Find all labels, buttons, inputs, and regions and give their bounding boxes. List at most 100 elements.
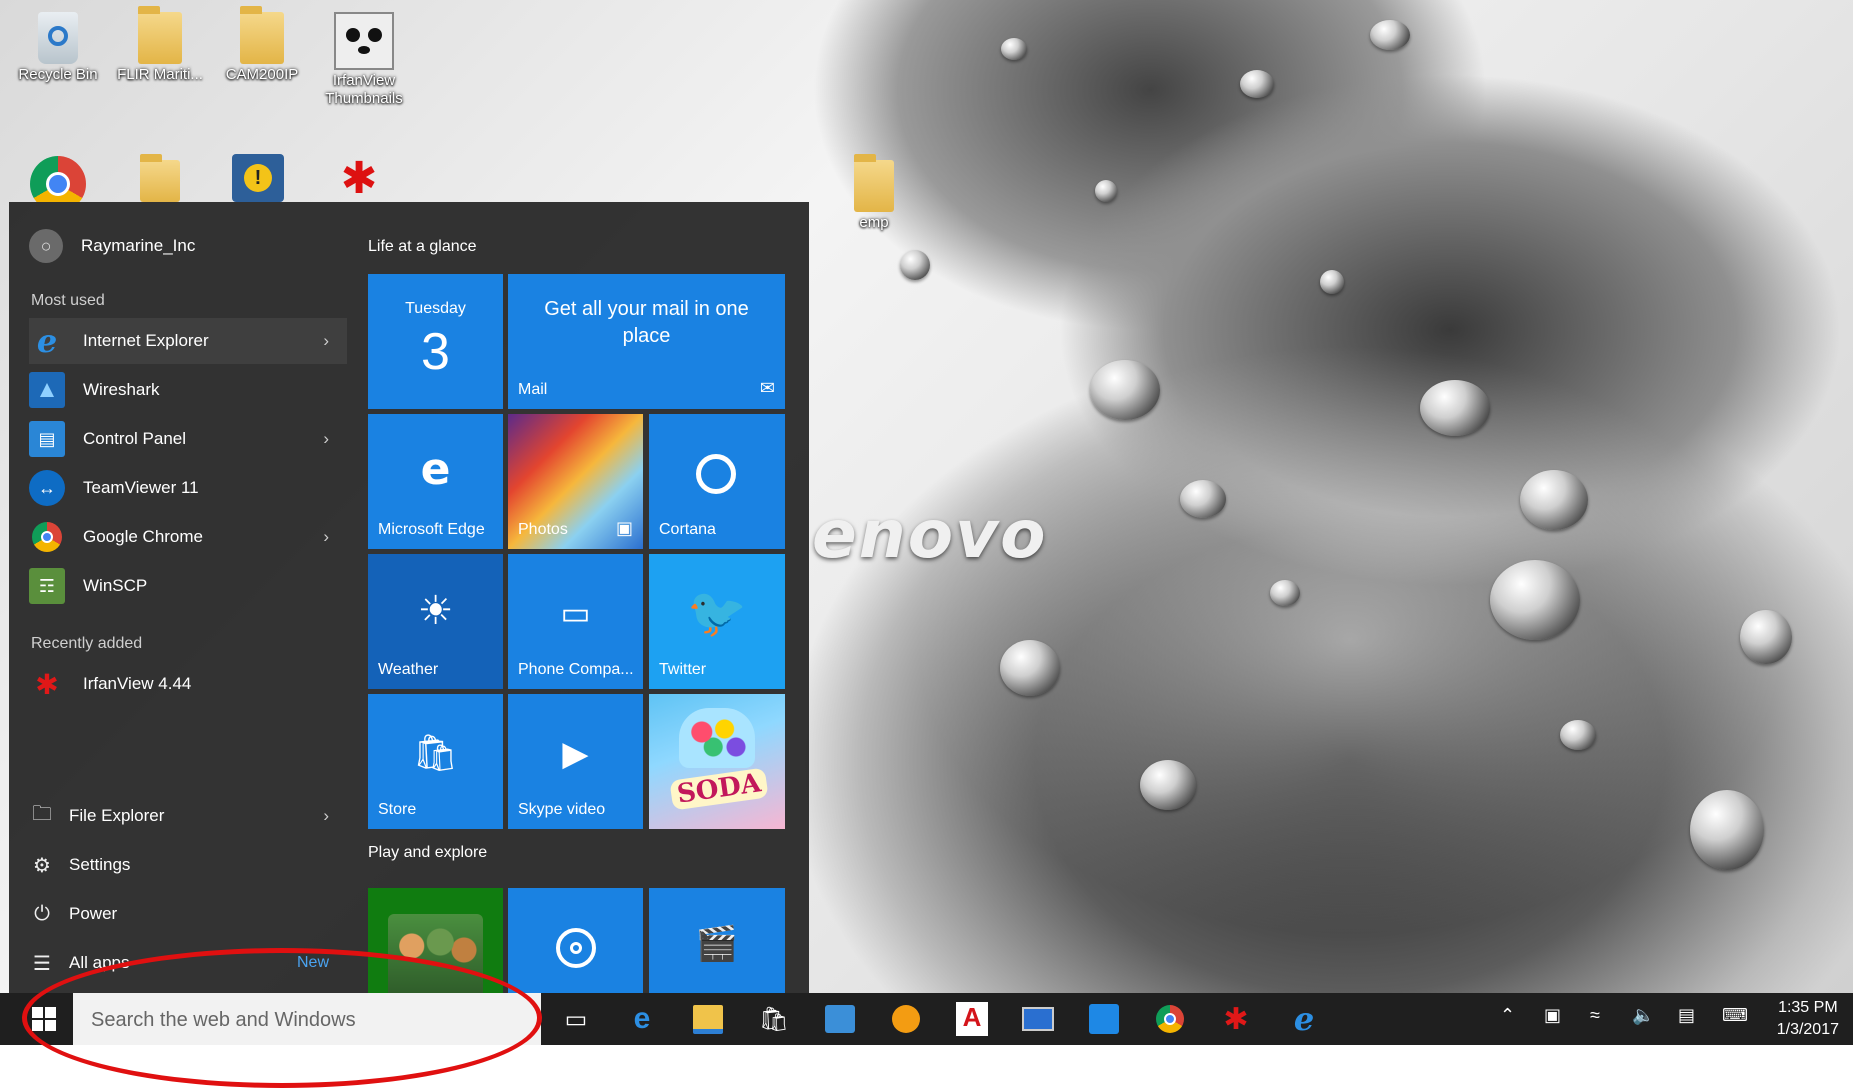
desktop-icon-recycle-bin[interactable]: Recycle Bin — [10, 12, 106, 84]
water-drop — [1490, 560, 1580, 640]
app-label: Internet Explorer — [83, 331, 209, 350]
tile-movies-tv[interactable]: 🎬 — [649, 888, 785, 993]
search-box[interactable] — [73, 993, 541, 1045]
user-account[interactable]: ○ Raymarine_Inc — [29, 224, 195, 268]
list-icon: ☰ — [33, 952, 51, 975]
sun-icon: ☀ — [417, 589, 454, 633]
edge-taskbar-icon[interactable]: e — [622, 999, 662, 1039]
chrome-icon — [29, 519, 65, 555]
settings-item[interactable]: ⚙ Settings — [29, 842, 347, 888]
tile-groove-music[interactable] — [508, 888, 643, 993]
calendar-date: 3 — [421, 323, 450, 381]
app-winscp[interactable]: ☶ WinSCP — [29, 563, 347, 609]
clock-time: 1:35 PM — [1778, 999, 1838, 1016]
water-drop — [1140, 760, 1196, 810]
tile-label: Cortana — [659, 521, 716, 538]
recently-added-header: Recently added — [31, 635, 143, 652]
xbox-characters-icon — [388, 914, 483, 993]
chevron-right-icon[interactable]: › — [323, 429, 329, 449]
desktop-icon-cam200ip[interactable]: CAM200IP — [214, 6, 310, 84]
groove-disc-icon — [556, 928, 596, 968]
app-label: Google Chrome — [83, 527, 204, 546]
folder-icon — [138, 6, 182, 64]
file-explorer-label: File Explorer — [69, 806, 165, 825]
wifi-icon[interactable]: ≈ — [1590, 1005, 1600, 1026]
tile-twitter[interactable]: 🐦 Twitter — [649, 554, 785, 689]
file-explorer-item[interactable]: 🗀 File Explorer › — [29, 793, 347, 839]
chrome-taskbar-icon[interactable] — [1150, 999, 1190, 1039]
chevron-right-icon[interactable]: › — [323, 527, 329, 547]
candy-jar-icon — [679, 708, 755, 768]
water-drop — [900, 250, 930, 280]
start-button[interactable] — [18, 993, 70, 1045]
tile-weather[interactable]: ☀ Weather — [368, 554, 503, 689]
clock[interactable]: 1:35 PM 1/3/2017 — [1777, 997, 1839, 1041]
tile-mail[interactable]: Get all your mail in one place Mail ✉ — [508, 274, 785, 409]
app-label: IrfanView 4.44 — [83, 674, 192, 693]
app-internet-explorer[interactable]: e Internet Explorer › — [29, 318, 347, 364]
tile-candy-crush-soda[interactable]: SODA — [649, 694, 785, 829]
store-taskbar-icon[interactable]: 🛍 — [754, 999, 794, 1039]
tile-photos[interactable]: Photos ▣ — [508, 414, 643, 549]
desktop-icon-label: IrfanView Thumbnails — [325, 72, 403, 107]
water-drop — [1000, 640, 1060, 696]
tile-skype-video[interactable]: ▶ Skype video — [508, 694, 643, 829]
desktop-icon-flir[interactable]: FLIR Mariti... — [112, 6, 208, 84]
video-camera-icon: ▶ — [562, 735, 589, 773]
tile-store[interactable]: 🛍 Store — [368, 694, 503, 829]
show-hidden-icons-chevron-icon[interactable]: ⌃ — [1500, 1005, 1515, 1026]
mail-icon: ✉ — [759, 378, 775, 398]
wireshark-icon: ▲ — [29, 372, 65, 408]
all-apps-label: All apps — [69, 953, 130, 972]
file-explorer-taskbar-icon[interactable] — [688, 999, 728, 1039]
candy-label: SODA — [669, 767, 769, 811]
water-drop — [1690, 790, 1764, 870]
power-label: Power — [69, 904, 118, 923]
tile-calendar[interactable]: Tuesday 3 — [368, 274, 503, 409]
tile-phone-companion[interactable]: ▭ Phone Compa... — [508, 554, 643, 689]
app-teamviewer[interactable]: ↔ TeamViewer 11 — [29, 465, 347, 511]
all-apps-item[interactable]: ☰ All apps New — [29, 940, 347, 986]
water-drop — [1320, 270, 1344, 294]
search-input[interactable] — [89, 1004, 523, 1036]
tile-microsoft-edge[interactable]: e Microsoft Edge — [368, 414, 503, 549]
outlook-taskbar-icon[interactable] — [820, 999, 860, 1039]
battery-icon[interactable]: ▣ — [1544, 1005, 1561, 1026]
keyboard-icon[interactable]: ⌨ — [1722, 1005, 1748, 1026]
warning-app-icon[interactable]: ! — [232, 154, 284, 202]
tile-xbox[interactable] — [368, 888, 503, 993]
chrome-desktop-icon[interactable] — [30, 156, 86, 202]
store-bag-icon: 🛍 — [412, 732, 459, 773]
headphones-taskbar-icon[interactable] — [886, 999, 926, 1039]
tile-label: Twitter — [659, 661, 707, 678]
monitor-taskbar-icon[interactable] — [1018, 999, 1058, 1039]
action-center-icon[interactable]: ▤ — [1678, 1005, 1695, 1026]
chevron-right-icon[interactable]: › — [323, 806, 329, 826]
app-wireshark[interactable]: ▲ Wireshark — [29, 367, 347, 413]
desktop-icon-emp[interactable]: emp — [826, 154, 922, 232]
irfanview-desktop-icon[interactable]: ✱ — [334, 156, 384, 202]
app-irfanview[interactable]: ✱ IrfanView 4.44 — [29, 661, 347, 707]
volume-icon[interactable]: 🔈 — [1632, 1005, 1654, 1026]
power-item[interactable]: ⏻ Power — [29, 891, 347, 937]
tile-cortana[interactable]: Cortana — [649, 414, 785, 549]
folder-icon[interactable] — [140, 154, 180, 202]
app-taskbar-icon[interactable] — [1084, 999, 1124, 1039]
desktop-icon-irfanview-thumbnails[interactable]: IrfanView Thumbnails — [316, 12, 412, 108]
settings-label: Settings — [69, 855, 131, 874]
desktop-icon-label: CAM200IP — [225, 66, 299, 83]
chevron-right-icon[interactable]: › — [323, 331, 329, 351]
water-drop — [1180, 480, 1226, 518]
app-control-panel[interactable]: ▤ Control Panel › — [29, 416, 347, 462]
panda-icon — [334, 12, 394, 70]
internet-explorer-taskbar-icon[interactable]: e — [1284, 999, 1324, 1039]
file-explorer-icon: 🗀 — [32, 803, 52, 825]
windows-logo-icon — [32, 1007, 56, 1031]
irfanview-taskbar-icon[interactable]: ✱ — [1216, 999, 1256, 1039]
photos-icon: ▣ — [615, 518, 633, 538]
start-menu: ○ Raymarine_Inc Most used e Internet Exp… — [9, 202, 809, 993]
adobe-taskbar-icon[interactable]: A — [952, 999, 992, 1039]
task-view-icon[interactable]: ▭ — [556, 999, 596, 1039]
app-google-chrome[interactable]: Google Chrome › — [29, 514, 347, 560]
control-panel-icon: ▤ — [29, 421, 65, 457]
